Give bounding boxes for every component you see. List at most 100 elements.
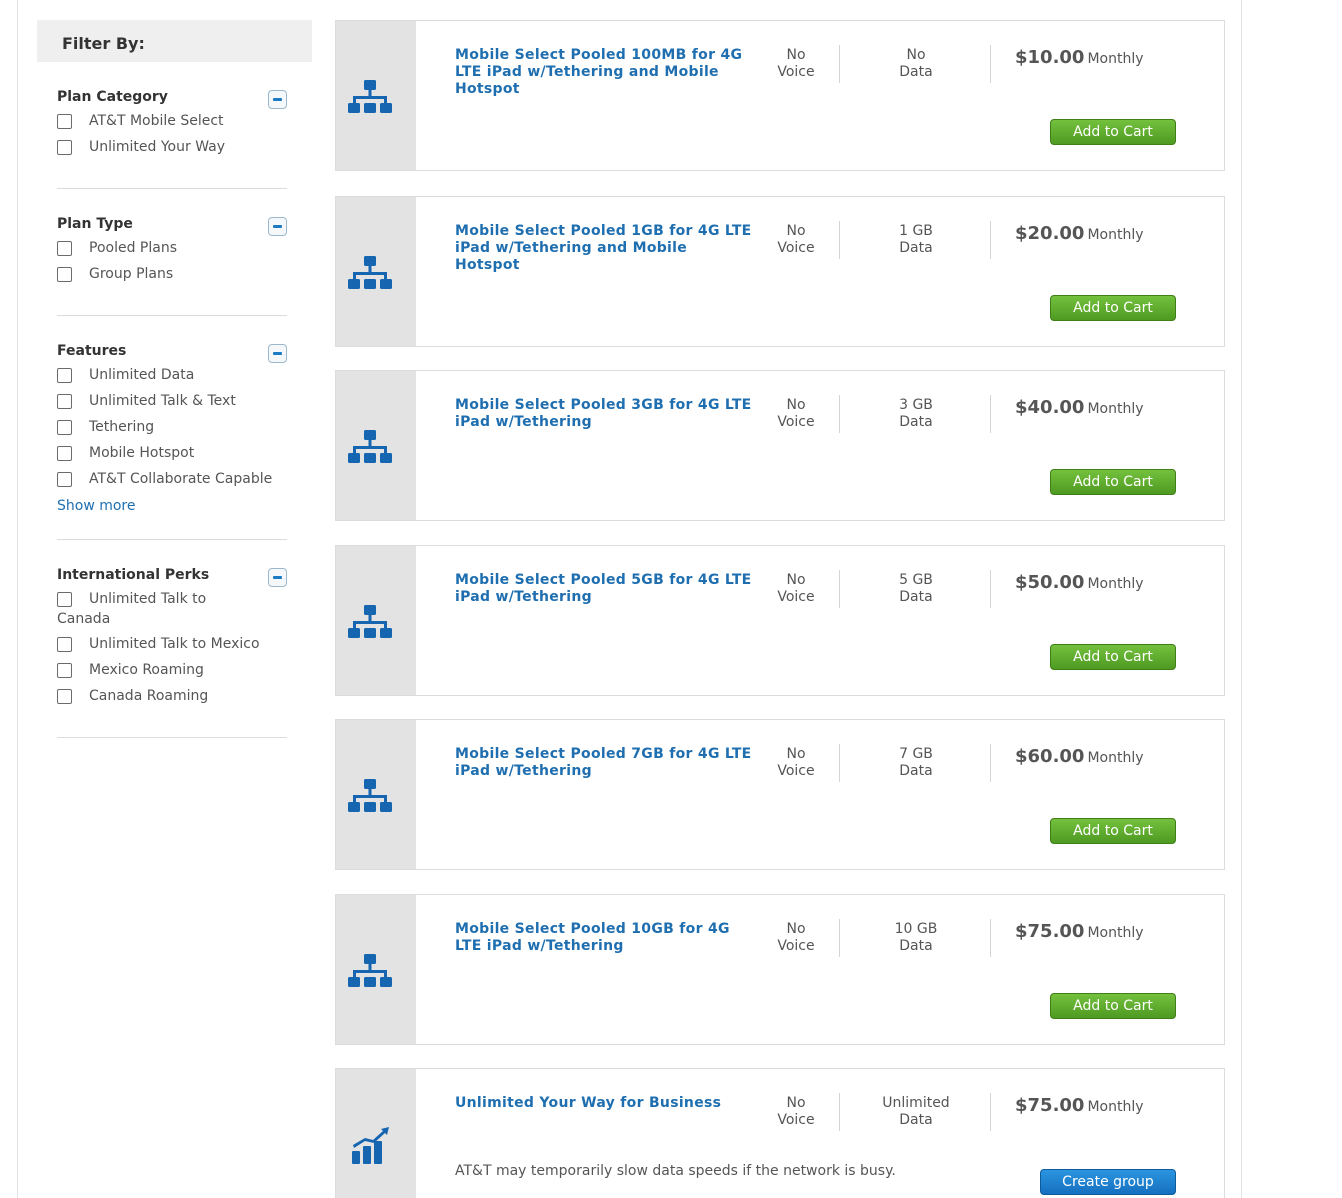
network-hierarchy-icon [348, 779, 392, 812]
add-to-cart-button[interactable]: Add to Cart [1050, 119, 1176, 145]
voice-label: Voice [777, 589, 815, 605]
collapse-icon[interactable] [268, 217, 287, 236]
plan-name-link[interactable]: Mobile Select Pooled 3GB for 4G LTE iPad… [455, 397, 755, 431]
collapse-icon[interactable] [268, 344, 287, 363]
plan-data: Unlimited Data [866, 1095, 966, 1129]
price-amount: $75.00 [1015, 921, 1085, 942]
network-hierarchy-icon [348, 954, 392, 987]
plan-card: Unlimited Your Way for Business No Voice … [335, 1068, 1225, 1198]
plan-icon-column [336, 371, 416, 520]
plan-data: 5 GB Data [866, 572, 966, 606]
filter-option-pooled-plans[interactable]: Pooled Plans [57, 238, 177, 258]
data-value: 10 GB [894, 921, 938, 937]
plan-name-link[interactable]: Mobile Select Pooled 1GB for 4G LTE iPad… [455, 223, 755, 274]
add-to-cart-button[interactable]: Add to Cart [1050, 993, 1176, 1019]
plan-voice: No Voice [761, 223, 831, 257]
network-hierarchy-icon [348, 256, 392, 289]
voice-value: No [786, 47, 806, 63]
plan-price: $75.00 Monthly [1015, 921, 1144, 942]
voice-label: Voice [777, 1112, 815, 1128]
filter-option-unlimited-talk-text[interactable]: Unlimited Talk & Text [57, 391, 236, 411]
checkbox[interactable] [57, 637, 72, 652]
filter-option-att-collaborate[interactable]: AT&T Collaborate Capable [57, 469, 272, 489]
checkbox[interactable] [57, 140, 72, 155]
plan-card: Mobile Select Pooled 5GB for 4G LTE iPad… [335, 545, 1225, 696]
plan-card: Mobile Select Pooled 10GB for 4G LTE iPa… [335, 894, 1225, 1045]
column-separator [990, 744, 991, 782]
plan-price: $20.00 Monthly [1015, 223, 1144, 244]
filter-header: Filter By: [37, 20, 312, 62]
plan-voice: No Voice [761, 746, 831, 780]
plan-name-link[interactable]: Mobile Select Pooled 100MB for 4G LTE iP… [455, 47, 755, 98]
column-separator [990, 221, 991, 259]
filter-option-unlimited-talk-canada[interactable]: Unlimited Talk to Canada [57, 589, 217, 629]
price-amount: $20.00 [1015, 223, 1085, 244]
show-more-link[interactable]: Show more [57, 498, 136, 514]
checkbox[interactable] [57, 420, 72, 435]
data-label: Data [899, 589, 933, 605]
filter-option-group-plans[interactable]: Group Plans [57, 264, 173, 284]
plan-icon-column [336, 895, 416, 1044]
checkbox[interactable] [57, 394, 72, 409]
checkbox[interactable] [57, 592, 72, 607]
create-group-button[interactable]: Create group [1040, 1169, 1176, 1195]
filter-option-att-mobile-select[interactable]: AT&T Mobile Select [57, 111, 224, 131]
voice-value: No [786, 1095, 806, 1111]
divider [57, 188, 287, 189]
plan-name-link[interactable]: Mobile Select Pooled 5GB for 4G LTE iPad… [455, 572, 755, 606]
collapse-icon[interactable] [268, 90, 287, 109]
plan-voice: No Voice [761, 47, 831, 81]
price-amount: $10.00 [1015, 47, 1085, 68]
plan-name-link[interactable]: Unlimited Your Way for Business [455, 1095, 755, 1112]
filter-option-unlimited-talk-mexico[interactable]: Unlimited Talk to Mexico [57, 634, 260, 654]
collapse-icon[interactable] [268, 568, 287, 587]
plan-price: $60.00 Monthly [1015, 746, 1144, 767]
voice-label: Voice [777, 938, 815, 954]
checkbox[interactable] [57, 368, 72, 383]
checkbox[interactable] [57, 267, 72, 282]
plan-icon-column [336, 1069, 416, 1198]
checkbox[interactable] [57, 689, 72, 704]
plan-data: 3 GB Data [866, 397, 966, 431]
voice-label: Voice [777, 763, 815, 779]
plan-icon-column [336, 197, 416, 346]
filter-option-mexico-roaming[interactable]: Mexico Roaming [57, 660, 204, 680]
voice-value: No [786, 746, 806, 762]
checkbox[interactable] [57, 114, 72, 129]
add-to-cart-button[interactable]: Add to Cart [1050, 469, 1176, 495]
bar-chart-growth-icon [352, 1127, 389, 1164]
price-period: Monthly [1087, 750, 1144, 766]
voice-label: Voice [777, 64, 815, 80]
checkbox[interactable] [57, 446, 72, 461]
plan-voice: No Voice [761, 397, 831, 431]
add-to-cart-button[interactable]: Add to Cart [1050, 295, 1176, 321]
plan-name-link[interactable]: Mobile Select Pooled 10GB for 4G LTE iPa… [455, 921, 755, 955]
add-to-cart-button[interactable]: Add to Cart [1050, 644, 1176, 670]
group-title: Plan Category [57, 89, 168, 105]
column-separator [990, 919, 991, 957]
checkbox[interactable] [57, 663, 72, 678]
column-separator [990, 570, 991, 608]
filter-option-mobile-hotspot[interactable]: Mobile Hotspot [57, 443, 194, 463]
filter-option-unlimited-data[interactable]: Unlimited Data [57, 365, 194, 385]
plan-data: 1 GB Data [866, 223, 966, 257]
filter-option-unlimited-your-way[interactable]: Unlimited Your Way [57, 137, 225, 157]
filter-group-plan-category: Plan Category AT&T Mobile Select Unlimit… [57, 88, 287, 155]
data-label: Data [899, 240, 933, 256]
filter-option-tethering[interactable]: Tethering [57, 417, 154, 437]
plan-data: 10 GB Data [866, 921, 966, 955]
data-label: Data [899, 938, 933, 954]
checkbox[interactable] [57, 472, 72, 487]
plan-name-link[interactable]: Mobile Select Pooled 7GB for 4G LTE iPad… [455, 746, 755, 780]
divider [57, 737, 287, 738]
column-separator [839, 1093, 840, 1131]
price-period: Monthly [1087, 227, 1144, 243]
checkbox[interactable] [57, 241, 72, 256]
filter-option-canada-roaming[interactable]: Canada Roaming [57, 686, 208, 706]
data-value: 1 GB [899, 223, 933, 239]
network-hierarchy-icon [348, 80, 392, 113]
data-value: 5 GB [899, 572, 933, 588]
add-to-cart-button[interactable]: Add to Cart [1050, 818, 1176, 844]
price-period: Monthly [1087, 925, 1144, 941]
plan-icon-column [336, 720, 416, 869]
